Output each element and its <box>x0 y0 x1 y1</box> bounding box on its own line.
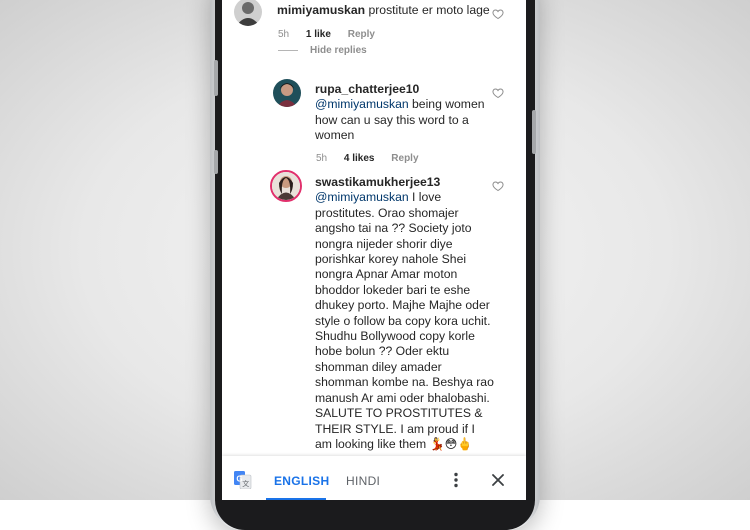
translate-bar: G 文 ENGLISH HINDI <box>222 456 526 500</box>
comment-mention[interactable]: @mimiyamuskan <box>315 190 409 204</box>
comment-text: I love prostitutes. Orao shomajer angsho… <box>315 190 494 451</box>
heart-outline-icon[interactable] <box>492 180 504 192</box>
comment-likes[interactable]: 4 likes <box>344 153 375 164</box>
comment-mimiyamuskan: mimiyamuskan prostitute er moto lage 5h … <box>222 0 526 64</box>
phone-screen: mimiyamuskan prostitute er moto lage 5h … <box>222 0 526 500</box>
comment-emojis: 💃😳🖕 <box>429 436 473 451</box>
heart-outline-icon[interactable] <box>492 87 504 99</box>
comment-swastikamukherjee13: swastikamukherjee13 @mimiyamuskan I love… <box>222 165 526 455</box>
comment-username[interactable]: rupa_chatterjee10 <box>315 82 419 96</box>
close-icon[interactable] <box>492 474 504 486</box>
reply-button[interactable]: Reply <box>391 153 418 164</box>
comment-time: 5h <box>316 153 328 164</box>
tab-hindi[interactable]: HINDI <box>346 474 380 488</box>
comment-body: mimiyamuskan prostitute er moto lage <box>277 3 502 18</box>
comment-time: 5h <box>278 29 290 40</box>
more-vertical-icon[interactable] <box>450 472 462 488</box>
hide-replies-line <box>278 49 298 51</box>
bixby-button <box>214 150 218 174</box>
comment-username[interactable]: swastikamukherjee13 <box>315 175 440 189</box>
power-button <box>532 110 536 154</box>
reply-button[interactable]: Reply <box>348 29 375 40</box>
hide-replies-button[interactable]: Hide replies <box>278 45 367 56</box>
heart-outline-icon[interactable] <box>492 8 504 20</box>
comment-mention[interactable]: @mimiyamuskan <box>315 97 409 111</box>
comment-likes[interactable]: 1 like <box>306 29 331 40</box>
avatar[interactable] <box>273 79 301 107</box>
comment-meta: 5h 1 like Reply <box>278 29 389 40</box>
avatar[interactable] <box>270 170 302 202</box>
google-translate-icon[interactable]: G 文 <box>234 471 252 489</box>
volume-button <box>214 60 218 96</box>
comment-meta: 5h 4 likes Reply <box>316 153 433 164</box>
comment-body: rupa_chatterjee10 @mimiyamuskan being wo… <box>315 82 485 144</box>
comment-text: prostitute er moto lage <box>368 3 490 17</box>
comment-username[interactable]: mimiyamuskan <box>277 3 365 17</box>
comment-body: swastikamukherjee13 @mimiyamuskan I love… <box>315 175 495 452</box>
hide-replies-label: Hide replies <box>310 45 367 56</box>
comment-rupa-chatterjee10: rupa_chatterjee10 @mimiyamuskan being wo… <box>222 70 526 170</box>
tab-english[interactable]: ENGLISH <box>274 474 329 488</box>
svg-text:文: 文 <box>242 479 249 488</box>
avatar[interactable] <box>234 0 262 26</box>
